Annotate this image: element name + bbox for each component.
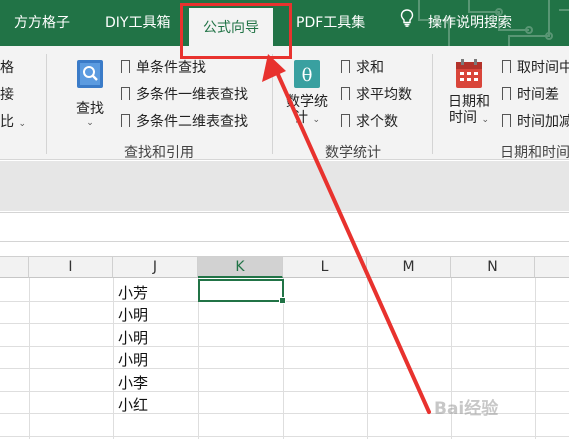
time-difference-item-label: 时间差 — [517, 87, 559, 103]
ribbon-separator — [46, 54, 47, 154]
tab-pdf-tools[interactable]: PDF工具集 — [296, 0, 365, 46]
datetime-button-label-1: 日期和 — [448, 94, 490, 110]
average-item[interactable]: 求平均数 — [341, 84, 412, 104]
ribbon-cut-item-2[interactable]: 接 — [0, 84, 14, 104]
toolbar-band — [0, 161, 569, 211]
multi-condition-2d-lookup-label: 多条件二维表查找 — [136, 114, 248, 130]
count-item[interactable]: 求个数 — [341, 111, 398, 131]
bookmark-icon — [502, 60, 511, 77]
group-label-datetime: 日期和时间 — [500, 145, 569, 161]
time-add-subtract-item-label: 时间加减 — [517, 114, 569, 130]
tell-me-label: 操作说明搜索 — [428, 15, 512, 31]
bookmark-icon — [341, 114, 350, 131]
column-header-l[interactable]: L — [283, 256, 367, 278]
datetime-button-label-2: 时间 ⌄ — [443, 111, 495, 128]
ribbon-separator — [272, 54, 273, 154]
cell-j5[interactable]: 小李 — [118, 372, 148, 393]
multi-condition-1d-lookup[interactable]: 多条件一维表查找 — [121, 84, 248, 104]
math-stats-button-label-1: 数学统 — [286, 94, 328, 110]
column-header-m[interactable]: M — [367, 256, 451, 278]
column-header-j[interactable]: J — [113, 256, 198, 278]
column-header-k[interactable]: K — [198, 256, 283, 278]
ribbon-cut-item-1[interactable]: 格 — [0, 57, 14, 77]
cell-j1[interactable]: 小芳 — [118, 282, 148, 303]
formula-bar[interactable] — [0, 212, 569, 242]
cell-j6[interactable]: 小红 — [118, 394, 148, 415]
tab-diy-toolbox[interactable]: DIY工具箱 — [105, 0, 170, 46]
math-stats-button-label-2: 计 ⌄ — [283, 111, 331, 128]
bookmark-icon — [341, 60, 350, 77]
tab-fangfang-gezi[interactable]: 方方格子 — [14, 0, 70, 46]
multi-condition-1d-lookup-label: 多条件一维表查找 — [136, 87, 248, 103]
ribbon-cut-item-3-label: 比 — [0, 114, 14, 130]
extract-time-item-label: 取时间中 — [517, 60, 569, 76]
average-item-label: 求平均数 — [356, 87, 412, 103]
datetime-button[interactable]: 日期和 时间 ⌄ — [443, 58, 495, 128]
sum-item-label: 求和 — [356, 60, 384, 76]
group-label-math: 数学统计 — [325, 145, 381, 161]
count-item-label: 求个数 — [356, 114, 398, 130]
ribbon-tab-bar: 方方格子 DIY工具箱 公式向导 PDF工具集 操作说明搜索 — [0, 0, 569, 46]
datetime-button-label-2-text: 时间 — [449, 110, 477, 126]
chevron-down-icon: ⌄ — [18, 119, 26, 129]
tab-formula-wizard[interactable]: 公式向导 — [189, 8, 273, 46]
extract-time-item[interactable]: 取时间中 — [502, 57, 569, 77]
lookup-button-label: 查找 — [76, 101, 104, 117]
time-add-subtract-item[interactable]: 时间加减 — [502, 111, 569, 131]
active-cell-k1[interactable] — [198, 279, 286, 304]
theta-icon: θ — [294, 60, 320, 88]
column-header-h[interactable] — [0, 256, 29, 278]
svg-text:θ: θ — [302, 65, 313, 86]
ribbon-separator — [432, 54, 433, 154]
bookmark-icon — [341, 87, 350, 104]
cell-j3[interactable]: 小明 — [118, 327, 148, 348]
lookup-button[interactable]: 查找 ⌄ — [70, 58, 110, 128]
ribbon-panel: 格 接 比 ⌄ 查找 ⌄ 单条件查找 多条件一维表查找 多条件二维表查找 查找和… — [0, 46, 569, 161]
column-header-n[interactable]: N — [451, 256, 535, 278]
bookmark-icon — [502, 114, 511, 131]
lightbulb-icon — [400, 0, 414, 46]
cell-j2[interactable]: 小明 — [118, 304, 148, 325]
group-label-lookup: 查找和引用 — [124, 145, 194, 161]
bookmark-icon — [121, 114, 130, 131]
multi-condition-2d-lookup[interactable]: 多条件二维表查找 — [121, 111, 248, 131]
calendar-icon — [456, 59, 482, 88]
math-stats-button-label-2-text: 计 — [294, 110, 308, 126]
single-condition-lookup-label: 单条件查找 — [136, 60, 206, 76]
math-stats-button[interactable]: θ 数学统 计 ⌄ — [283, 58, 331, 128]
watermark-text: Bai经验 — [434, 398, 499, 419]
sum-item[interactable]: 求和 — [341, 57, 384, 77]
baidu-jingyan-watermark: Bai经验 — [434, 398, 499, 419]
chevron-down-icon: ⌄ — [86, 118, 94, 128]
chevron-down-icon: ⌄ — [312, 115, 320, 125]
magnifier-book-icon — [77, 60, 103, 88]
ribbon-cut-item-3[interactable]: 比 ⌄ — [0, 111, 26, 131]
tell-me-search[interactable]: 操作说明搜索 — [400, 0, 512, 46]
single-condition-lookup[interactable]: 单条件查找 — [121, 57, 206, 77]
chevron-down-icon: ⌄ — [481, 115, 489, 125]
cell-j4[interactable]: 小明 — [118, 349, 148, 370]
column-header-o[interactable] — [535, 256, 569, 278]
bookmark-icon — [502, 87, 511, 104]
column-header-i[interactable]: I — [29, 256, 113, 278]
bookmark-icon — [121, 87, 130, 104]
bookmark-icon — [121, 60, 130, 77]
time-difference-item[interactable]: 时间差 — [502, 84, 559, 104]
